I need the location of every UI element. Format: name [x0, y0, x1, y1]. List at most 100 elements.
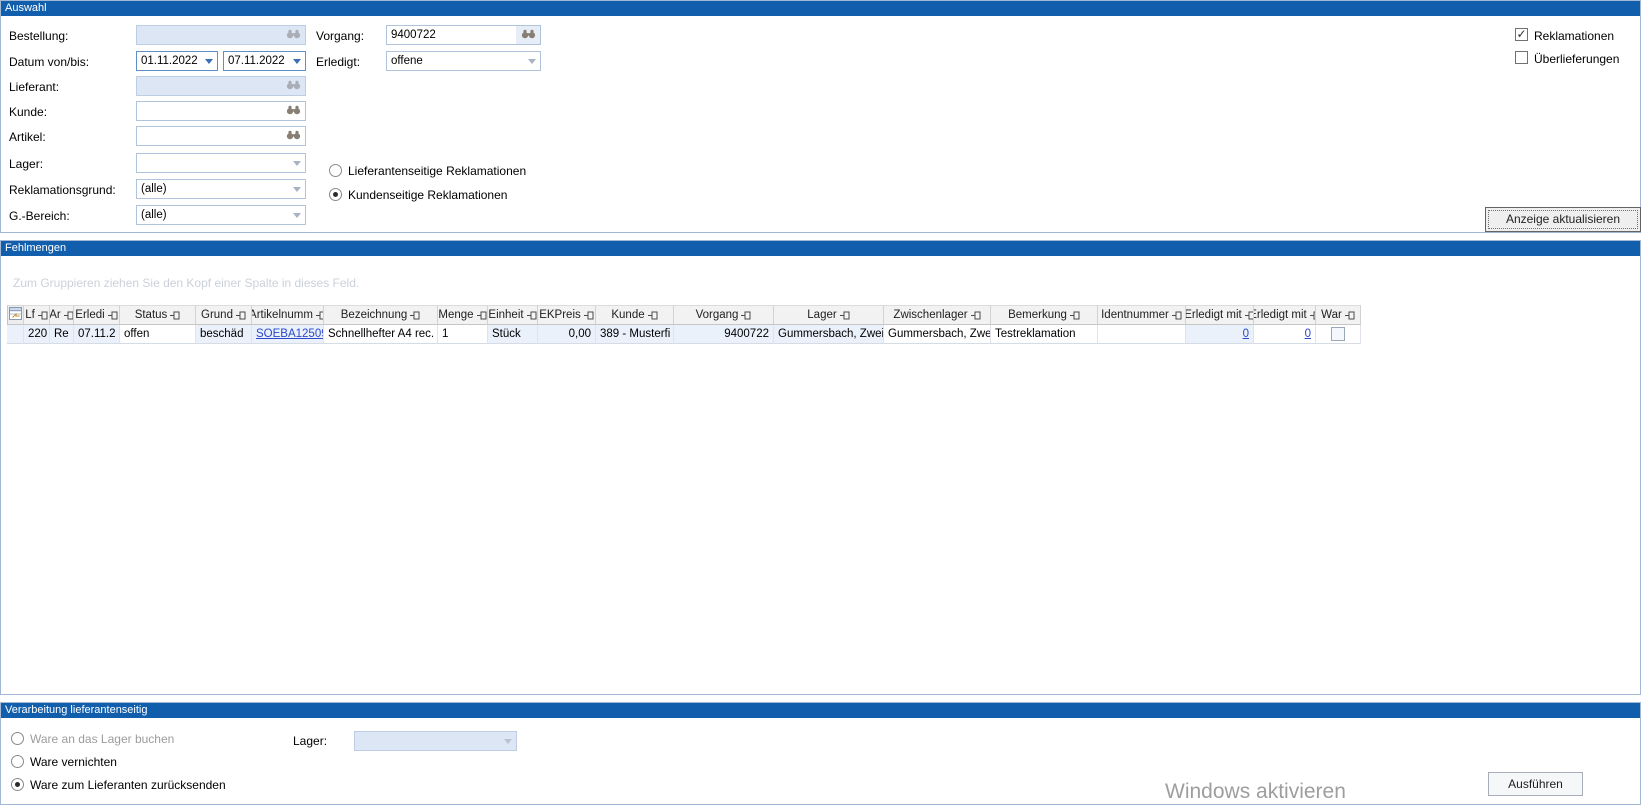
gbereich-dropdown[interactable]: (alle) [136, 205, 306, 225]
pin-icon[interactable] [527, 311, 537, 320]
column-header-label: Erledi [75, 309, 104, 321]
pin-icon[interactable] [1172, 311, 1182, 320]
pin-icon[interactable] [108, 311, 118, 320]
reklamationen-checkbox[interactable]: ✓ [1515, 28, 1528, 41]
column-header-erledigt-mit[interactable]: Erledigt mit [1186, 305, 1254, 325]
vorgang-field[interactable]: 9400722 [386, 25, 541, 45]
column-header-bezeichnung[interactable]: Bezeichnung [324, 305, 438, 325]
grid-cell[interactable]: beschäd [196, 325, 252, 344]
kunde-lookup-button[interactable] [281, 102, 305, 120]
anzeige-aktualisieren-button[interactable]: Anzeige aktualisieren [1485, 207, 1641, 232]
grid-cell[interactable]: 1 [438, 325, 488, 344]
radio-ware-lager-buchen[interactable] [11, 732, 24, 745]
pin-icon[interactable] [410, 311, 420, 320]
column-header-label: Lager [807, 309, 836, 321]
chevron-down-icon[interactable] [289, 180, 305, 198]
column-header-grund[interactable]: Grund [196, 305, 252, 325]
row-indicator-cell[interactable] [7, 325, 24, 344]
ausfuehren-button[interactable]: Ausführen [1488, 772, 1583, 796]
pin-icon[interactable] [584, 311, 594, 320]
war-checkbox[interactable] [1331, 327, 1345, 341]
column-header-artikelnumm[interactable]: Artikelnumm [252, 305, 324, 325]
grid-cell[interactable]: 220 [24, 325, 50, 344]
column-header-erledigt-mit[interactable]: Erledigt mit [1254, 305, 1316, 325]
artikel-lookup-button[interactable] [281, 127, 305, 145]
grid-cell[interactable]: 07.11.2 [74, 325, 120, 344]
pin-icon[interactable] [1345, 311, 1355, 320]
column-header-zwischenlager[interactable]: Zwischenlager [884, 305, 991, 325]
radio-ware-zuruecksenden[interactable] [11, 778, 24, 791]
datum-von-field[interactable]: 01.11.2022 [136, 51, 218, 71]
reklamationen-checkbox-label[interactable]: Reklamationen [1534, 29, 1614, 43]
pin-icon[interactable] [236, 311, 246, 320]
chevron-down-icon[interactable] [289, 206, 305, 224]
column-header-ekpreis[interactable]: EKPreis [538, 305, 596, 325]
grid-cell[interactable]: offen [120, 325, 196, 344]
column-header-menge[interactable]: Menge [438, 305, 488, 325]
grid-cell[interactable]: 9400722 [674, 325, 774, 344]
column-header-label: Einheit [488, 309, 523, 321]
artikel-label: Artikel: [9, 130, 46, 144]
column-header-vorgang[interactable]: Vorgang [674, 305, 774, 325]
datum-bis-dropdown-button[interactable] [289, 52, 305, 70]
grid-cell[interactable] [1098, 325, 1186, 344]
vorgang-lookup-button[interactable] [516, 26, 540, 44]
datum-von-dropdown-button[interactable] [201, 52, 217, 70]
column-header-erledi[interactable]: Erledi [74, 305, 120, 325]
radio-ware-lager-buchen-label[interactable]: Ware an das Lager buchen [30, 732, 174, 746]
ueberlieferungen-checkbox[interactable] [1515, 51, 1528, 64]
pin-icon[interactable] [64, 311, 74, 320]
column-header-lager[interactable]: Lager [774, 305, 884, 325]
pin-icon[interactable] [840, 311, 850, 320]
radio-lieferantenseitige[interactable] [329, 164, 342, 177]
ueberlieferungen-checkbox-label[interactable]: Überlieferungen [1534, 52, 1619, 66]
erledigt-dropdown[interactable]: offene [386, 51, 541, 71]
chevron-down-icon[interactable] [524, 52, 540, 70]
datum-bis-field[interactable]: 07.11.2022 [223, 51, 306, 71]
grid-cell[interactable]: 389 - Musterfi [596, 325, 674, 344]
grid-cell-link[interactable]: 0 [1254, 325, 1316, 344]
pin-icon[interactable] [741, 311, 751, 320]
radio-kundenseitige[interactable] [329, 188, 342, 201]
pin-icon[interactable] [316, 311, 324, 320]
datum-label: Datum von/bis: [9, 55, 89, 69]
grid-cell[interactable]: Testreklamation [991, 325, 1098, 344]
kunde-field[interactable] [136, 101, 306, 121]
column-header-status[interactable]: Status [120, 305, 196, 325]
pin-icon[interactable] [1245, 311, 1254, 320]
grid-cell[interactable] [1316, 325, 1361, 344]
pin-icon[interactable] [648, 311, 658, 320]
column-header-war[interactable]: War [1316, 305, 1361, 325]
radio-lieferantenseitige-label[interactable]: Lieferantenseitige Reklamationen [348, 164, 526, 178]
grid-cell[interactable]: 0,00 [538, 325, 596, 344]
grid-cell[interactable]: Re [50, 325, 74, 344]
column-header-kunde[interactable]: Kunde [596, 305, 674, 325]
column-header-bemerkung[interactable]: Bemerkung [991, 305, 1098, 325]
grid-cell-link[interactable]: SOEBA12509 [252, 325, 324, 344]
column-header-einheit[interactable]: Einheit [488, 305, 538, 325]
grid-cell-link[interactable]: 0 [1186, 325, 1254, 344]
radio-kundenseitige-label[interactable]: Kundenseitige Reklamationen [348, 188, 507, 202]
column-header-lf[interactable]: Lf [24, 305, 50, 325]
pin-icon[interactable] [170, 311, 180, 320]
column-header-identnummer[interactable]: Identnummer [1098, 305, 1186, 325]
pin-icon[interactable] [477, 311, 487, 320]
grid-cell[interactable]: Stück [488, 325, 538, 344]
lager-dropdown[interactable] [136, 153, 306, 173]
chevron-down-icon[interactable] [289, 154, 305, 172]
reklamationsgrund-dropdown[interactable]: (alle) [136, 179, 306, 199]
grid-cell[interactable]: Schnellhefter A4 rec. [324, 325, 438, 344]
pin-icon[interactable] [1070, 311, 1080, 320]
artikel-field[interactable] [136, 126, 306, 146]
pin-icon[interactable] [38, 311, 48, 320]
radio-ware-vernichten[interactable] [11, 755, 24, 768]
group-by-hint: Zum Gruppieren ziehen Sie den Kopf einer… [13, 276, 359, 290]
grid-cell[interactable]: Gummersbach, Zwei [884, 325, 991, 344]
group-by-button[interactable] [7, 305, 24, 325]
radio-ware-vernichten-label[interactable]: Ware vernichten [30, 755, 117, 769]
lieferant-label: Lieferant: [9, 80, 59, 94]
grid-cell[interactable]: Gummersbach, Zwei [774, 325, 884, 344]
column-header-ar[interactable]: Ar [50, 305, 74, 325]
radio-ware-zuruecksenden-label[interactable]: Ware zum Lieferanten zurücksenden [30, 778, 226, 792]
pin-icon[interactable] [971, 311, 981, 320]
